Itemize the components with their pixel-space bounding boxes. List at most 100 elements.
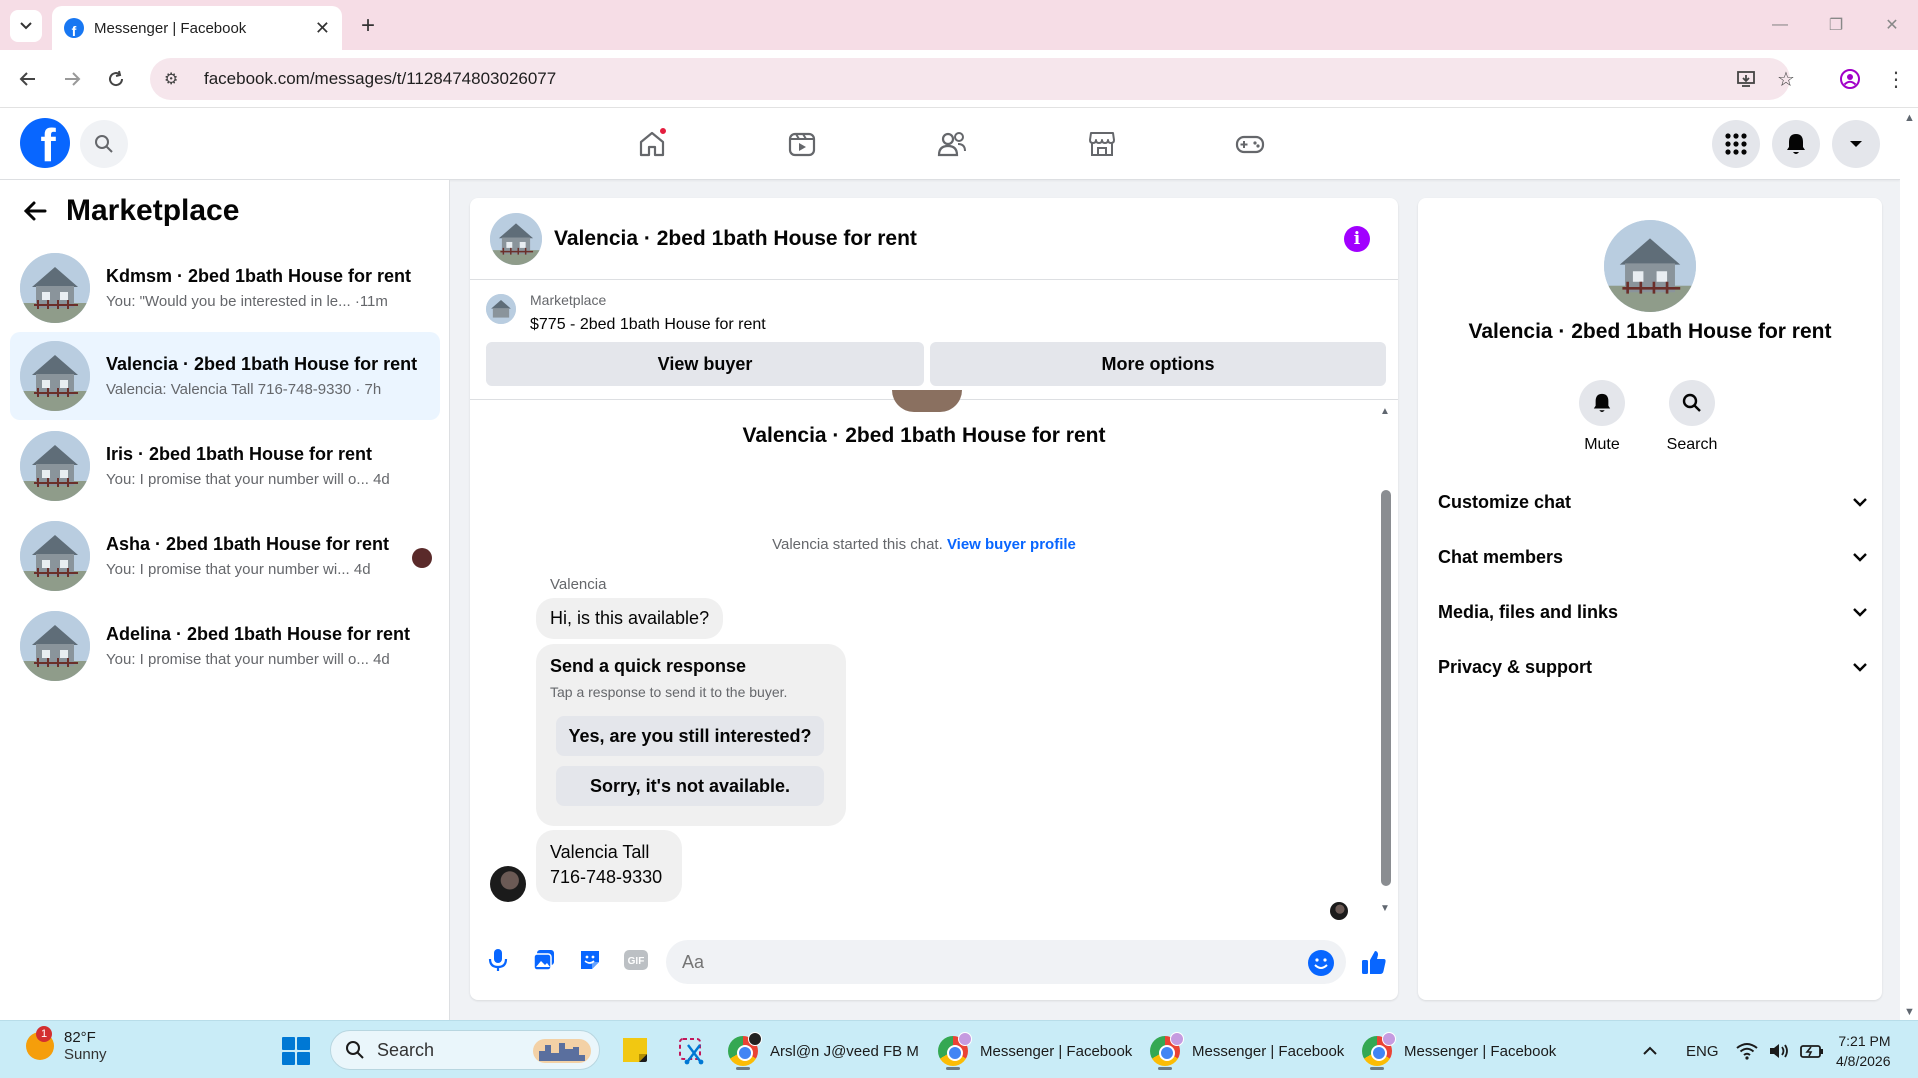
reload-button[interactable]	[100, 63, 132, 95]
taskbar-chrome-window[interactable]: Arsl@n J@veed FB M	[728, 1029, 918, 1073]
message-input[interactable]	[666, 940, 1346, 984]
conversation-avatar[interactable]	[1604, 220, 1696, 312]
gif-button[interactable]: GIF	[620, 944, 652, 976]
menu-grid-button[interactable]	[1712, 120, 1760, 168]
tab-title: Messenger | Facebook	[94, 19, 247, 37]
gif-label: GIF	[628, 956, 645, 967]
chat-panel: Valencia · 2bed 1bath House for rent i M…	[470, 198, 1398, 1000]
clock-date: 4/8/2026	[1836, 1053, 1891, 1069]
house-avatar	[20, 431, 90, 501]
scroll-down-arrow-icon[interactable]: ▼	[1380, 903, 1390, 914]
conversation-item[interactable]: Adelina · 2bed 1bath House for rent You:…	[10, 602, 440, 690]
bookmark-star-icon[interactable]: ☆	[1770, 63, 1802, 95]
message-bubble[interactable]: Hi, is this available?	[536, 598, 724, 639]
conversation-item[interactable]: Iris · 2bed 1bath House for rent You: I …	[10, 422, 440, 510]
system-clock[interactable]: 7:21 PM 4/8/2026	[1836, 1031, 1891, 1071]
media-files-links-row[interactable]: Media, files and links	[1438, 592, 1868, 632]
house-avatar	[20, 611, 90, 681]
conversation-title: Adelina · 2bed 1bath House for rent	[106, 624, 411, 644]
thumbs-up-icon	[1362, 951, 1386, 974]
language-indicator[interactable]: ENG	[1686, 1029, 1719, 1073]
message-bubble-contact[interactable]: Valencia Tall 716-748-9330	[536, 830, 682, 902]
conversation-item[interactable]: Asha · 2bed 1bath House for rent You: I …	[10, 512, 440, 600]
sender-avatar[interactable]	[490, 866, 526, 902]
url-bar[interactable]: ⚙ facebook.com/messages/t/11284748030260…	[150, 58, 1790, 100]
view-buyer-profile-link[interactable]: View buyer profile	[947, 536, 1076, 553]
close-window-button[interactable]: ✕	[1872, 10, 1912, 40]
scroll-down-arrow-icon[interactable]: ▼	[1904, 1006, 1915, 1018]
row-label: Customize chat	[1438, 491, 1572, 512]
view-buyer-button[interactable]: View buyer	[486, 342, 924, 386]
video-nav-button[interactable]	[780, 122, 824, 166]
attach-photo-button[interactable]	[528, 944, 560, 976]
new-tab-button[interactable]: +	[352, 10, 384, 42]
site-settings-icon[interactable]: ⚙	[164, 69, 186, 89]
taskbar-chrome-window[interactable]: Messenger | Facebook	[1150, 1029, 1344, 1073]
listing-thumbnail	[486, 294, 516, 324]
chat-scrollbar[interactable]: ▲ ▼	[1378, 406, 1392, 914]
scroll-up-arrow-icon[interactable]: ▲	[1380, 406, 1390, 417]
taskbar-search-box[interactable]: Search	[330, 1030, 600, 1070]
show-hidden-icons-button[interactable]	[1642, 1029, 1658, 1073]
read-receipt-avatar	[412, 548, 432, 568]
search-action[interactable]: Search	[1652, 380, 1732, 454]
voice-clip-button[interactable]	[482, 944, 514, 976]
quick-reply-yes-button[interactable]: Yes, are you still interested?	[556, 716, 824, 756]
sticky-notes-app-icon[interactable]	[620, 1035, 650, 1065]
volume-icon	[1770, 1044, 1788, 1058]
profile-icon[interactable]	[1834, 63, 1866, 95]
listing-title[interactable]: $775 - 2bed 1bath House for rent	[530, 316, 766, 334]
quick-reply-no-button[interactable]: Sorry, it's not available.	[556, 766, 824, 806]
account-menu-button[interactable]	[1832, 120, 1880, 168]
conversation-item-active[interactable]: Valencia · 2bed 1bath House for rent Val…	[10, 332, 440, 420]
taskbar-chrome-window[interactable]: Messenger | Facebook	[1362, 1029, 1556, 1073]
search-in-chat-button[interactable]	[1669, 380, 1715, 426]
tab-close-icon[interactable]: ✕	[315, 18, 330, 39]
marketplace-nav-button[interactable]	[1080, 122, 1124, 166]
quick-response-title: Send a quick response	[550, 656, 747, 676]
snipping-tool-app-icon[interactable]	[676, 1035, 706, 1065]
chat-title[interactable]: Valencia · 2bed 1bath House for rent	[554, 227, 917, 251]
mute-button[interactable]	[1579, 380, 1625, 426]
forward-button[interactable]	[56, 63, 88, 95]
taskbar-chrome-window[interactable]: Messenger | Facebook	[938, 1029, 1132, 1073]
more-options-button[interactable]: More options	[930, 342, 1386, 386]
install-app-icon[interactable]	[1730, 63, 1762, 95]
browser-menu-icon[interactable]: ⋮	[1880, 63, 1912, 95]
privacy-support-row[interactable]: Privacy & support	[1438, 647, 1868, 687]
emoji-icon[interactable]	[1308, 950, 1334, 976]
back-arrow-icon[interactable]	[22, 198, 48, 224]
row-label: Chat members	[1438, 546, 1564, 567]
chat-members-row[interactable]: Chat members	[1438, 537, 1868, 577]
taskbar-window-title: Messenger | Facebook	[1404, 1042, 1557, 1060]
restore-button[interactable]: ❐	[1816, 10, 1856, 40]
gaming-nav-button[interactable]	[1228, 122, 1272, 166]
mute-action[interactable]: Mute	[1562, 380, 1642, 454]
conversation-item[interactable]: Kdmsm · 2bed 1bath House for rent You: "…	[10, 244, 440, 332]
send-like-button[interactable]	[1356, 944, 1392, 980]
back-button[interactable]	[12, 63, 44, 95]
system-tray-icons[interactable]	[1736, 1029, 1824, 1073]
sticker-button[interactable]	[574, 944, 606, 976]
tab-search-button[interactable]	[10, 10, 42, 42]
wifi-icon	[1736, 1043, 1758, 1060]
conversation-title: Iris · 2bed 1bath House for rent	[106, 444, 373, 464]
chat-header-avatar[interactable]	[490, 212, 542, 265]
windows-start-button[interactable]	[282, 1037, 310, 1065]
browser-tab[interactable]: f Messenger | Facebook ✕	[52, 6, 342, 50]
info-icon[interactable]: i	[1344, 226, 1370, 252]
notifications-button[interactable]	[1772, 120, 1820, 168]
weather-widget[interactable]: 1 82°F Sunny	[26, 1026, 107, 1063]
browser-tab-bar: f Messenger | Facebook ✕ + — ❐ ✕	[0, 0, 1918, 50]
marketplace-label: Marketplace	[530, 292, 607, 308]
facebook-logo-icon[interactable]: f	[20, 118, 70, 168]
page-scrollbar[interactable]: ▲ ▼	[1900, 108, 1918, 1020]
conversation-preview: You: "Would you be interested in le... ·…	[106, 293, 388, 310]
facebook-search-button[interactable]	[80, 120, 128, 168]
home-nav-button[interactable]	[630, 122, 674, 166]
minimize-button[interactable]: —	[1760, 10, 1800, 40]
scrollbar-thumb[interactable]	[1381, 490, 1391, 886]
scroll-up-arrow-icon[interactable]: ▲	[1904, 112, 1915, 124]
customize-chat-row[interactable]: Customize chat	[1438, 482, 1868, 522]
friends-nav-button[interactable]	[930, 122, 974, 166]
